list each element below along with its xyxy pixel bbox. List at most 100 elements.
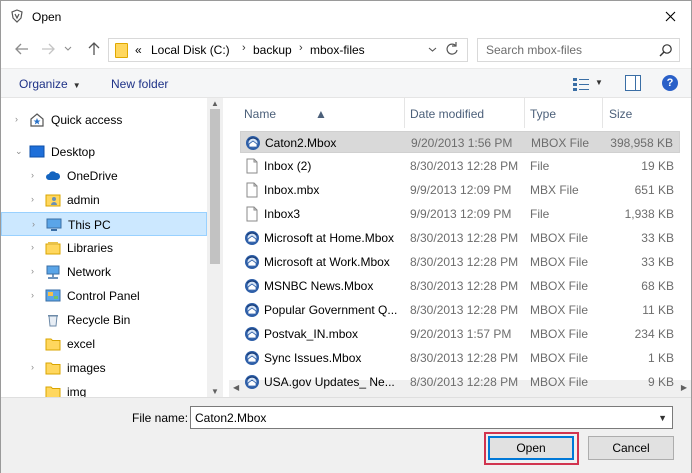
file-type: MBOX File: [530, 303, 589, 317]
nav-item-label: excel: [67, 337, 96, 351]
file-date: 8/30/2013 12:28 PM: [410, 255, 519, 269]
scroll-left-icon[interactable]: ◀: [233, 383, 239, 392]
preview-pane-icon[interactable]: [625, 75, 641, 91]
address-separator[interactable]: ›: [242, 42, 246, 54]
file-row[interactable]: Sync Issues.Mbox 8/30/2013 12:28 PM MBOX F…: [240, 347, 680, 369]
file-name: Inbox (2): [264, 159, 312, 173]
chevron-right-icon[interactable]: ›: [31, 242, 34, 252]
file-date: 8/30/2013 12:28 PM: [410, 351, 519, 365]
file-type: File: [530, 159, 550, 173]
recent-locations-button[interactable]: [61, 40, 75, 58]
file-row[interactable]: Inbox (2) 8/30/2013 12:28 PM File 19 KB: [240, 155, 680, 177]
open-button[interactable]: Open: [488, 436, 574, 460]
file-row[interactable]: Popular Government Q... 8/30/2013 12:28 P…: [240, 299, 680, 321]
cancel-button[interactable]: Cancel: [588, 436, 674, 460]
change-view-icon[interactable]: [572, 76, 590, 92]
filename-combobox[interactable]: Caton2.Mbox ▼: [190, 406, 673, 429]
user-folder-icon: [45, 192, 61, 208]
file-row[interactable]: USA.gov Updates_ Ne... 8/30/2013 12:28 PM…: [240, 371, 680, 393]
file-type: MBX File: [530, 183, 579, 197]
file-type: MBOX File: [530, 327, 589, 341]
file-name: Microsoft at Home.Mbox: [264, 231, 395, 245]
scroll-down-icon[interactable]: ▼: [211, 387, 219, 396]
nav-item-images[interactable]: › images: [1, 356, 207, 380]
chevron-down-icon[interactable]: ▼: [658, 413, 667, 423]
chevron-right-icon[interactable]: ›: [15, 114, 18, 124]
column-header-date[interactable]: Date modified: [405, 98, 525, 128]
nav-item-excel[interactable]: excel: [1, 332, 207, 356]
file-name: Caton2.Mbox: [265, 136, 337, 150]
up-button[interactable]: [85, 40, 103, 58]
file-name: USA.gov Updates_ Ne...: [264, 375, 395, 389]
chevron-right-icon[interactable]: ›: [31, 362, 34, 372]
mbox-file-icon: [244, 278, 260, 294]
scroll-right-icon[interactable]: ▶: [681, 383, 687, 392]
file-row[interactable]: Postvak_IN.mbox 9/20/2013 1:57 PM MBOX Fil…: [240, 323, 680, 345]
nav-item-img[interactable]: img: [1, 380, 207, 397]
nav-item-control-panel[interactable]: › Control Panel: [1, 284, 207, 308]
chevron-right-icon[interactable]: ›: [32, 219, 35, 229]
nav-item-quick-access[interactable]: › Quick access: [1, 108, 207, 132]
file-row[interactable]: Inbox3 9/9/2013 12:09 PM File 1,938 KB: [240, 203, 680, 225]
address-dropdown-button[interactable]: [428, 42, 437, 59]
column-header-type[interactable]: Type: [525, 98, 603, 128]
column-header-size[interactable]: Size: [603, 98, 691, 128]
address-segment-mbox-files[interactable]: mbox-files: [310, 43, 365, 57]
filename-input[interactable]: Caton2.Mbox: [195, 411, 266, 425]
nav-item-onedrive[interactable]: › OneDrive: [1, 164, 207, 188]
mbox-file-icon: [244, 230, 260, 246]
nav-item-libraries[interactable]: › Libraries: [1, 236, 207, 260]
file-type: MBOX File: [530, 375, 589, 389]
file-row[interactable]: Caton2.Mbox 9/20/2013 1:56 PM MBOX File 398…: [240, 131, 680, 153]
search-box[interactable]: Search mbox-files: [477, 38, 680, 62]
address-overflow[interactable]: «: [135, 43, 142, 57]
file-name: Sync Issues.Mbox: [264, 351, 362, 365]
file-row[interactable]: MSNBC News.Mbox 8/30/2013 12:28 PM MBOX Fi…: [240, 275, 680, 297]
nav-item-this-pc[interactable]: › This PC: [1, 212, 207, 236]
file-row[interactable]: Microsoft at Work.Mbox 8/30/2013 12:28 PM…: [240, 251, 680, 273]
mbox-file-icon: [245, 135, 261, 151]
chevron-right-icon[interactable]: ›: [31, 266, 34, 276]
scroll-up-icon[interactable]: ▲: [211, 99, 219, 108]
address-bar[interactable]: « Local Disk (C:) › backup › mbox-files: [108, 38, 468, 62]
file-row[interactable]: Inbox.mbx 9/9/2013 12:09 PM MBX File 651 KB: [240, 179, 680, 201]
file-size: 11 KB: [642, 303, 674, 317]
refresh-button[interactable]: [445, 41, 459, 60]
nav-item-label: Network: [67, 265, 112, 279]
help-icon[interactable]: ?: [662, 75, 678, 91]
forward-button[interactable]: [39, 40, 57, 58]
nav-item-recycle-bin[interactable]: Recycle Bin: [1, 308, 207, 332]
mbox-file-icon: [244, 350, 260, 366]
search-icon[interactable]: [659, 43, 673, 57]
close-button[interactable]: [657, 4, 683, 28]
file-row[interactable]: Microsoft at Home.Mbox 8/30/2013 12:28 PM…: [240, 227, 680, 249]
nav-scroll-thumb[interactable]: [210, 109, 220, 264]
view-options-dropdown[interactable]: ▼: [595, 78, 603, 87]
address-segment-local-disk[interactable]: Local Disk (C:): [151, 43, 230, 57]
chevron-right-icon[interactable]: ›: [31, 194, 34, 204]
address-separator[interactable]: ›: [299, 42, 303, 54]
star-icon: [29, 112, 45, 128]
new-folder-button[interactable]: New folder: [111, 77, 168, 91]
search-input[interactable]: Search mbox-files: [486, 43, 582, 57]
nav-item-network[interactable]: › Network: [1, 260, 207, 284]
file-date: 8/30/2013 12:28 PM: [410, 375, 519, 389]
folder-icon: [45, 336, 61, 352]
folder-icon: [45, 384, 61, 397]
file-type: MBOX File: [530, 255, 589, 269]
back-button[interactable]: [13, 40, 31, 58]
chevron-down-icon[interactable]: ⌄: [15, 146, 23, 157]
nav-scrollbar[interactable]: ▲ ▼: [207, 98, 223, 397]
nav-item-desktop[interactable]: ⌄ Desktop: [1, 140, 207, 164]
file-size: 9 KB: [647, 375, 674, 389]
organize-menu[interactable]: Organize ▼: [19, 77, 81, 91]
chevron-right-icon[interactable]: ›: [31, 170, 34, 180]
address-segment-backup[interactable]: backup: [253, 43, 292, 57]
column-size-label: Size: [609, 107, 633, 121]
file-icon: [244, 206, 260, 222]
file-name: MSNBC News.Mbox: [264, 279, 374, 293]
chevron-right-icon[interactable]: ›: [31, 290, 34, 300]
nav-item-admin[interactable]: › admin: [1, 188, 207, 212]
file-name: Popular Government Q...: [264, 303, 398, 317]
column-header-name[interactable]: Name ▲: [229, 98, 405, 128]
